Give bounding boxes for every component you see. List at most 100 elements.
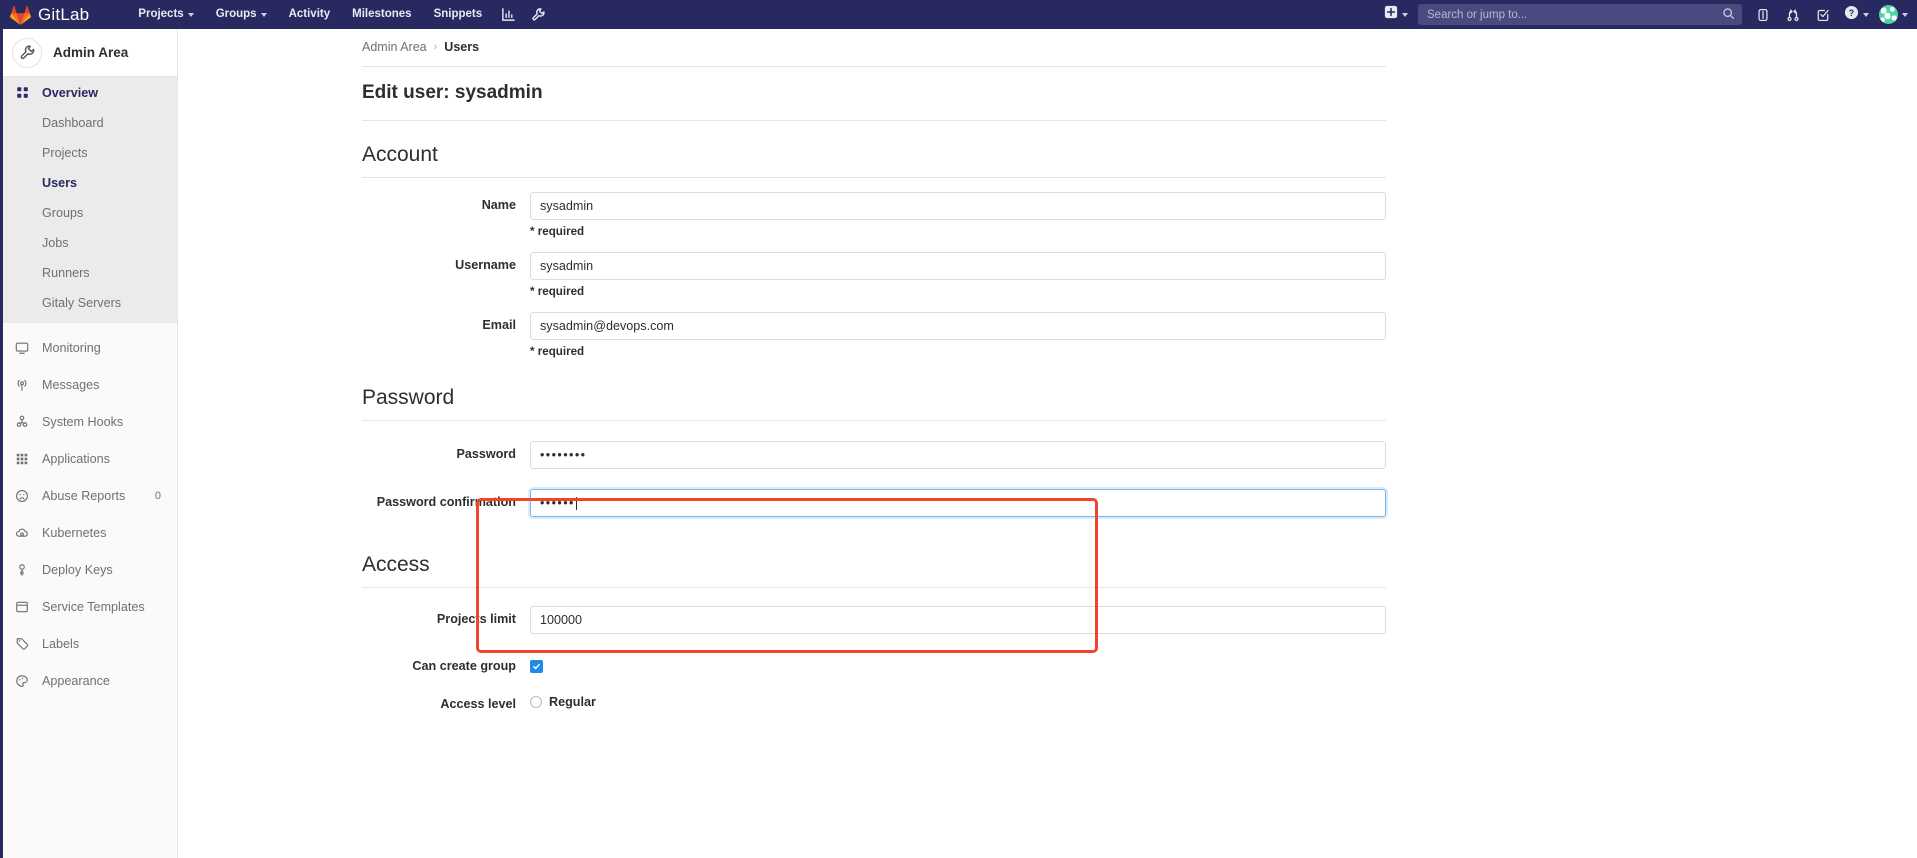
form-row-password: Password •••••••• <box>362 441 1386 469</box>
sidebar-item-label: Messages <box>42 377 100 392</box>
sidebar-item-label: Abuse Reports <box>42 488 126 503</box>
password-label: Password <box>456 447 517 461</box>
broadcast-icon <box>14 378 30 392</box>
sidebar-item-labels[interactable]: Labels <box>0 625 177 662</box>
sidebar-item-deploy-keys[interactable]: Deploy Keys <box>0 551 177 588</box>
access-level-label: Access level <box>440 697 516 711</box>
content-inner: Admin Area › Users Edit user: sysadmin A… <box>362 29 1386 711</box>
nav-link-label: Projects <box>138 8 184 20</box>
applications-grid-icon <box>14 452 30 466</box>
can-create-group-checkbox[interactable] <box>530 660 543 673</box>
sidebar-item-label: Appearance <box>42 673 110 688</box>
radio-regular-label: Regular <box>549 695 596 709</box>
sidebar-subitem-label: Projects <box>42 146 88 160</box>
sidebar-item-projects[interactable]: Projects <box>0 138 177 168</box>
hook-icon <box>14 415 30 429</box>
form-row-can-create-group: Can create group <box>362 658 1386 673</box>
projects-limit-label: Projects limit <box>436 612 516 626</box>
overview-grid-icon <box>14 86 30 99</box>
sidebar-item-applications[interactable]: Applications <box>0 440 177 477</box>
sidebar-context-title: Admin Area <box>53 45 129 60</box>
gitlab-logo-link[interactable]: GitLab <box>10 5 89 25</box>
new-item-button[interactable] <box>1376 0 1416 29</box>
password-confirmation-masked-value: •••••• <box>540 496 575 510</box>
password-divider <box>362 420 1386 421</box>
nav-link-label: Milestones <box>352 8 412 20</box>
username-input[interactable] <box>530 252 1386 280</box>
sidebar-item-appearance[interactable]: Appearance <box>0 662 177 699</box>
username-label: Username <box>455 258 516 272</box>
email-label: Email <box>482 318 516 332</box>
sidebar-subitem-label: Groups <box>42 206 84 220</box>
breadcrumb-users[interactable]: Users <box>444 40 479 54</box>
projects-limit-input[interactable] <box>530 606 1386 634</box>
search-placeholder: Search or jump to... <box>1427 8 1528 21</box>
radio-regular[interactable] <box>530 696 542 708</box>
username-required-hint: * required <box>530 285 585 298</box>
nav-link-projects[interactable]: Projects <box>127 0 204 29</box>
merge-requests-icon[interactable] <box>1778 0 1808 29</box>
nav-link-milestones[interactable]: Milestones <box>341 0 422 29</box>
help-menu-button[interactable]: ? <box>1838 0 1874 29</box>
labels-tag-icon <box>14 637 30 651</box>
help-question-icon: ? <box>1844 5 1859 25</box>
password-confirmation-input[interactable]: •••••• <box>530 489 1386 517</box>
issues-icon[interactable] <box>1748 0 1778 29</box>
sidebar-item-kubernetes[interactable]: Kubernetes <box>0 514 177 551</box>
user-menu-button[interactable] <box>1874 5 1917 24</box>
email-input[interactable] <box>530 312 1386 340</box>
sidebar-subitem-label: Users <box>42 176 78 190</box>
analytics-chart-icon[interactable] <box>493 0 523 29</box>
sidebar-subitem-label: Gitaly Servers <box>42 296 122 310</box>
nav-link-label: Groups <box>215 8 257 20</box>
breadcrumb: Admin Area › Users <box>362 29 1386 54</box>
sidebar-item-gitaly-servers[interactable]: Gitaly Servers <box>0 288 177 318</box>
sidebar-item-users[interactable]: Users <box>0 168 177 198</box>
chevron-down-icon <box>1902 13 1908 17</box>
password-input[interactable]: •••••••• <box>530 441 1386 469</box>
sidebar-item-overview[interactable]: Overview <box>0 77 177 108</box>
sidebar-item-label: Deploy Keys <box>42 562 113 577</box>
sidebar-item-runners[interactable]: Runners <box>0 258 177 288</box>
account-divider <box>362 177 1386 178</box>
form-row-username: Username * required <box>362 252 1386 298</box>
main-content: Admin Area › Users Edit user: sysadmin A… <box>178 29 1917 858</box>
admin-sidebar: Admin Area Overview Dashboard Projects U… <box>0 29 178 858</box>
gitlab-tanuki-icon <box>10 5 31 25</box>
navbar-right: Search or jump to... ? <box>1376 0 1917 29</box>
sidebar-item-monitoring[interactable]: Monitoring <box>0 329 177 366</box>
sidebar-item-abuse-reports[interactable]: Abuse Reports 0 <box>0 477 177 514</box>
sidebar-item-label: Labels <box>42 636 80 651</box>
form-row-password-confirmation: Password confirmation •••••• <box>362 489 1386 517</box>
page-title: Edit user: sysadmin <box>362 82 543 103</box>
search-input[interactable]: Search or jump to... <box>1418 4 1742 25</box>
sidebar-item-label: Service Templates <box>42 599 145 614</box>
plus-square-icon <box>1384 5 1398 24</box>
sidebar-item-service-templates[interactable]: Service Templates <box>0 588 177 625</box>
sidebar-item-label: System Hooks <box>42 414 124 429</box>
chevron-down-icon <box>1862 13 1869 17</box>
sidebar-item-dashboard[interactable]: Dashboard <box>0 108 177 138</box>
access-level-option-regular[interactable]: Regular <box>530 695 1386 709</box>
name-required-hint: * required <box>530 225 585 238</box>
nav-link-snippets[interactable]: Snippets <box>423 0 494 29</box>
nav-link-groups[interactable]: Groups <box>205 0 278 29</box>
sidebar-overview-sublist: Dashboard Projects Users Groups Jobs Run… <box>0 108 177 323</box>
wrench-admin-icon[interactable] <box>523 0 553 29</box>
sidebar-item-messages[interactable]: Messages <box>0 366 177 403</box>
sidebar-item-system-hooks[interactable]: System Hooks <box>0 403 177 440</box>
appearance-icon <box>14 674 30 688</box>
checkmark-icon <box>532 658 541 676</box>
sidebar-item-groups[interactable]: Groups <box>0 198 177 228</box>
nav-link-activity[interactable]: Activity <box>278 0 342 29</box>
nav-link-label: Activity <box>288 8 331 20</box>
sidebar-context-header[interactable]: Admin Area <box>0 29 177 77</box>
monitor-icon <box>14 341 30 355</box>
password-confirmation-label: Password confirmation <box>376 495 516 509</box>
name-input[interactable] <box>530 192 1386 220</box>
sidebar-item-jobs[interactable]: Jobs <box>0 228 177 258</box>
sidebar-item-label: Overview <box>42 85 99 100</box>
text-cursor <box>575 496 577 510</box>
todos-icon[interactable] <box>1808 0 1838 29</box>
breadcrumb-admin-area[interactable]: Admin Area <box>362 40 427 54</box>
